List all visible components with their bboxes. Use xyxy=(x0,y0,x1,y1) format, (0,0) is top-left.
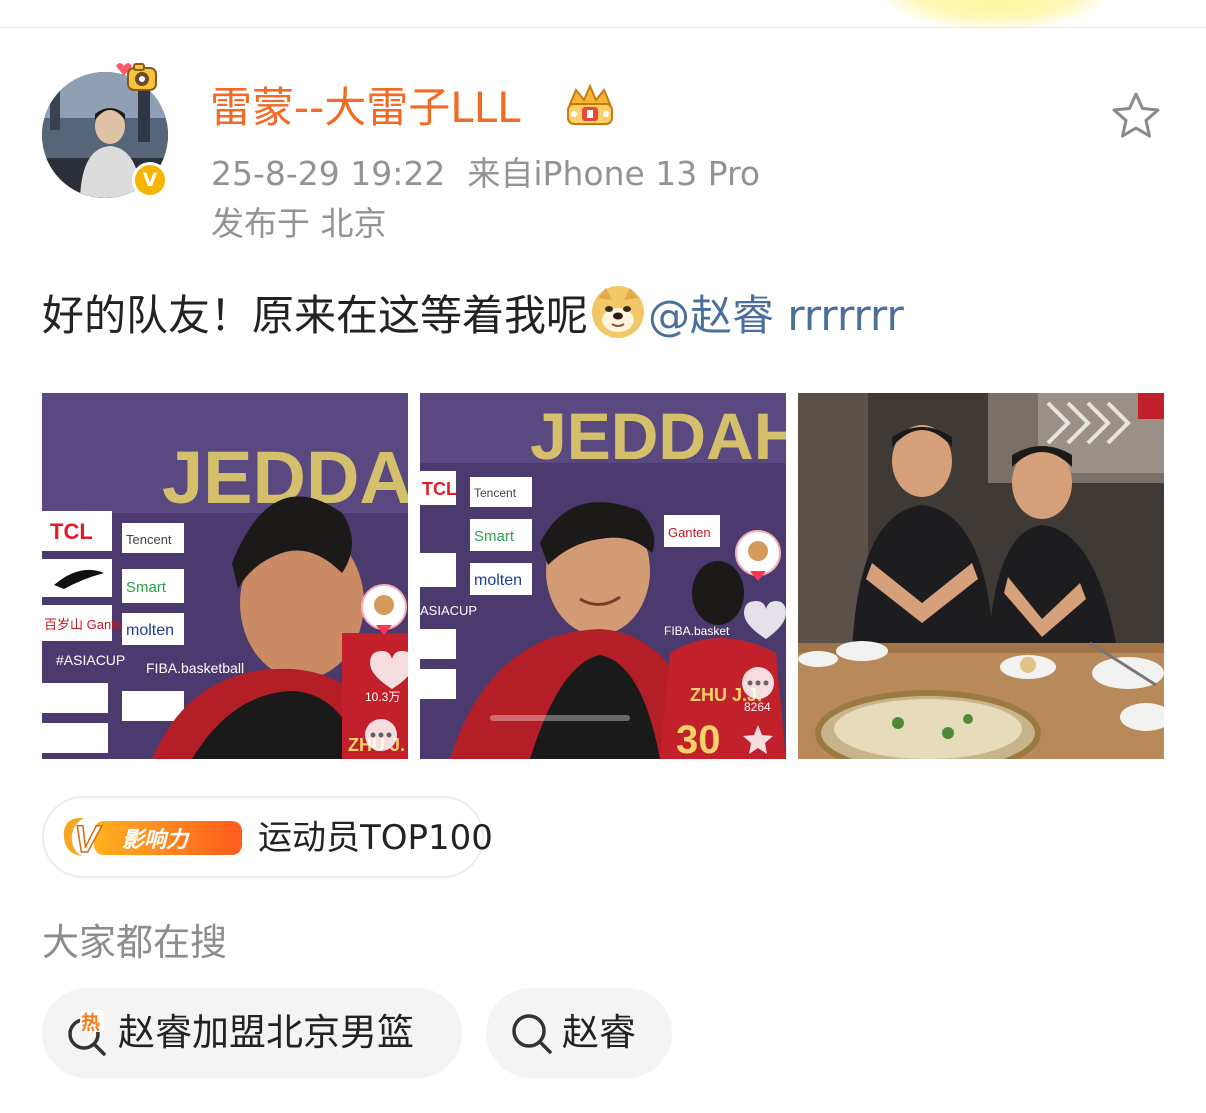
sponsor-logo: molten xyxy=(474,572,522,589)
sponsor-logo: FIBA.basketball xyxy=(146,660,244,676)
sponsor-logo: FIBA.basket xyxy=(664,624,730,638)
post-photo-3[interactable] xyxy=(798,393,1164,759)
influence-badge-label: 影响力 xyxy=(122,828,190,853)
doge-emoji-icon xyxy=(592,286,645,338)
sponsor-logo: Tencent xyxy=(474,486,517,500)
photo-like-count: 10.3万 xyxy=(365,690,400,704)
sponsor-logo: #ASIACUP xyxy=(56,652,125,668)
sponsor-logo: TCL xyxy=(50,519,93,544)
sponsor-logo: Tencent xyxy=(126,532,172,547)
search-chip-label: 赵睿加盟北京男篮 xyxy=(118,1011,414,1054)
verified-badge: V xyxy=(132,162,168,198)
post-source: 来自iPhone 13 Pro xyxy=(467,154,761,193)
hot-tag: 热 xyxy=(81,1011,100,1034)
photo-backdrop-text: JEDDAH xyxy=(530,399,786,473)
influence-tag[interactable]: V 影响力 运动员TOP100 xyxy=(42,796,493,878)
crown-badge-icon xyxy=(567,83,613,125)
trending-search-heading: 大家都在搜 xyxy=(42,921,227,964)
influence-letter: V xyxy=(74,819,102,861)
search-chip-zhaorui[interactable]: 赵睿 xyxy=(486,988,672,1078)
search-chip-label: 赵睿 xyxy=(562,1011,636,1054)
sponsor-logo: Smart xyxy=(126,579,167,596)
sponsor-logo: molten xyxy=(126,622,174,639)
post-text: 好的队友！原来在这等着我呢 @赵睿 rrrrrrr xyxy=(42,284,904,346)
post-text-body: 好的队友！原来在这等着我呢 xyxy=(42,291,589,340)
post-location: 发布于 北京 xyxy=(211,204,387,243)
mention-link[interactable]: @赵睿 rrrrrrr xyxy=(648,291,904,340)
photo-comment-count: 8264 xyxy=(744,700,771,714)
star-icon[interactable] xyxy=(1110,90,1162,140)
top-divider xyxy=(0,27,1206,28)
username[interactable]: 雷蒙--大雷子LLL xyxy=(210,82,521,134)
post-timestamp: 25-8-29 19:22 xyxy=(211,154,446,193)
influence-badge-icon: V 影响力 xyxy=(63,818,242,862)
post-meta: 25-8-29 19:22 来自iPhone 13 Pro xyxy=(211,154,760,194)
post-photo-2[interactable]: JEDDAH TCL Tencent Smart Ganten molten A… xyxy=(420,393,786,759)
svg-text:30: 30 xyxy=(676,718,721,759)
influence-rank: 运动员TOP100 xyxy=(258,818,493,858)
sponsor-logo: Smart xyxy=(474,528,515,545)
sponsor-logo: ASIACUP xyxy=(420,603,477,618)
camera-sticker-icon xyxy=(116,63,157,91)
sponsor-logo: 百岁山 Ganten xyxy=(44,617,129,632)
sponsor-logo: Ganten xyxy=(668,525,711,540)
post-photo-1[interactable]: JEDDAH TCL Tencent Smart 百岁山 Ganten molt… xyxy=(42,393,408,759)
weibo-post-page: V 雷蒙--大雷子LLL 25-8-29 19:22 来自iPhone 13 Pr… xyxy=(0,0,1206,1113)
decorative-sticker xyxy=(880,0,1110,30)
hot-search-icon: 热 xyxy=(68,1010,106,1056)
sponsor-logo: TCL xyxy=(422,479,457,499)
search-chip-zhaorui-beijing[interactable]: 热 赵睿加盟北京男篮 xyxy=(42,988,462,1078)
search-icon xyxy=(512,1014,552,1054)
